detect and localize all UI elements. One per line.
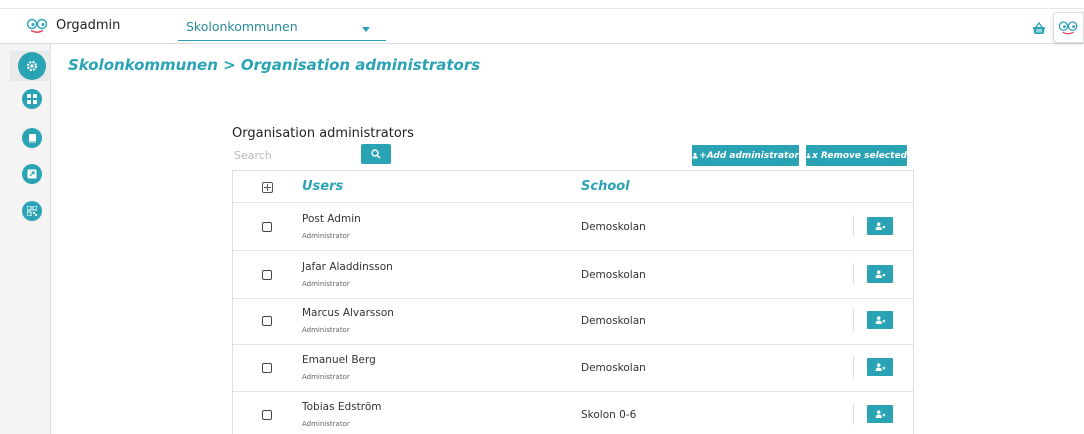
expand-all-icon[interactable] xyxy=(262,182,273,193)
remove-user-icon xyxy=(875,410,885,418)
divider xyxy=(853,403,854,425)
row-checkbox[interactable] xyxy=(262,410,272,420)
remove-user-icon xyxy=(875,316,885,324)
remove-user-button[interactable] xyxy=(867,265,893,283)
row-checkbox[interactable] xyxy=(262,270,272,280)
row-checkbox[interactable] xyxy=(262,316,272,326)
divider xyxy=(853,309,854,331)
divider xyxy=(853,263,854,285)
row-checkbox[interactable] xyxy=(262,222,272,232)
search-input[interactable] xyxy=(232,145,360,165)
table-row: Marcus Alvarsson Administrator Demoskola… xyxy=(233,298,913,345)
remove-user-button[interactable] xyxy=(867,217,893,235)
user-name: Marcus Alvarsson xyxy=(302,307,394,319)
user-school: Demoskolan xyxy=(581,269,646,281)
divider xyxy=(853,215,854,237)
top-bar: Orgadmin Skolonkommunen xyxy=(0,8,1084,44)
user-role: Administrator xyxy=(302,420,350,428)
user-name: Post Admin xyxy=(302,213,361,225)
skolon-logo-icon xyxy=(1058,20,1077,34)
organisation-select-value: Skolonkommunen xyxy=(186,19,298,34)
add-administrator-button[interactable]: +Add administrator xyxy=(692,145,799,166)
remove-selected-label: x Remove selected xyxy=(811,150,907,161)
row-checkbox[interactable] xyxy=(262,363,272,373)
sidebar-item-settings[interactable] xyxy=(18,52,46,80)
remove-user-button[interactable] xyxy=(867,358,893,376)
remove-user-icon xyxy=(875,363,885,371)
sidebar-item-links[interactable] xyxy=(22,164,42,184)
search-icon xyxy=(371,149,381,159)
table-row: Emanuel Berg Administrator Demoskolan xyxy=(233,345,913,392)
sidebar-item-apps[interactable] xyxy=(22,89,42,109)
user-role: Administrator xyxy=(302,326,350,334)
panel-title: Organisation administrators xyxy=(232,126,414,141)
user-school: Demoskolan xyxy=(581,221,646,233)
remove-user-icon xyxy=(875,222,885,230)
table-row: Tobias Edström Administrator Skolon 0-6 xyxy=(233,392,913,434)
remove-user-button[interactable] xyxy=(867,311,893,329)
user-school: Skolon 0-6 xyxy=(581,409,637,421)
apps-grid-icon xyxy=(27,94,37,104)
remove-selected-button[interactable]: x Remove selected xyxy=(806,145,907,166)
user-icon xyxy=(692,152,698,159)
user-role: Administrator xyxy=(302,280,350,288)
organisation-select[interactable]: Skolonkommunen xyxy=(178,15,386,41)
basket-icon[interactable] xyxy=(1032,20,1046,39)
app-name: Orgadmin xyxy=(56,18,121,33)
breadcrumb: Skolonkommunen > Organisation administra… xyxy=(68,56,481,74)
column-header-users[interactable]: Users xyxy=(302,179,343,194)
user-name: Emanuel Berg xyxy=(302,354,376,366)
divider xyxy=(853,356,854,378)
add-administrator-label: +Add administrator xyxy=(699,150,799,161)
sidebar-item-licenses[interactable] xyxy=(22,128,42,148)
chevron-down-icon xyxy=(362,27,370,32)
user-name: Tobias Edström xyxy=(302,401,382,413)
sidebar-item-qr[interactable] xyxy=(22,201,42,221)
administrators-table: Users School Post Admin Administrator De… xyxy=(232,170,914,434)
table-row: Post Admin Administrator Demoskolan xyxy=(233,204,913,251)
user-name: Jafar Aladdinsson xyxy=(302,261,393,273)
user-role: Administrator xyxy=(302,232,350,240)
remove-user-icon xyxy=(875,270,885,278)
skolon-logo-icon[interactable] xyxy=(26,18,50,34)
skolon-launcher-button[interactable] xyxy=(1053,12,1084,43)
gear-icon xyxy=(26,60,38,72)
sidebar xyxy=(0,44,51,434)
table-header: Users School xyxy=(233,171,913,203)
user-school: Demoskolan xyxy=(581,315,646,327)
user-role: Administrator xyxy=(302,373,350,381)
user-school: Demoskolan xyxy=(581,362,646,374)
user-icon xyxy=(806,153,811,158)
book-icon xyxy=(29,134,36,143)
external-link-icon xyxy=(27,169,37,179)
search-button[interactable] xyxy=(361,144,391,164)
column-header-school[interactable]: School xyxy=(581,179,630,194)
remove-user-button[interactable] xyxy=(867,405,893,423)
table-row: Jafar Aladdinsson Administrator Demoskol… xyxy=(233,252,913,299)
qr-code-icon xyxy=(27,206,37,216)
